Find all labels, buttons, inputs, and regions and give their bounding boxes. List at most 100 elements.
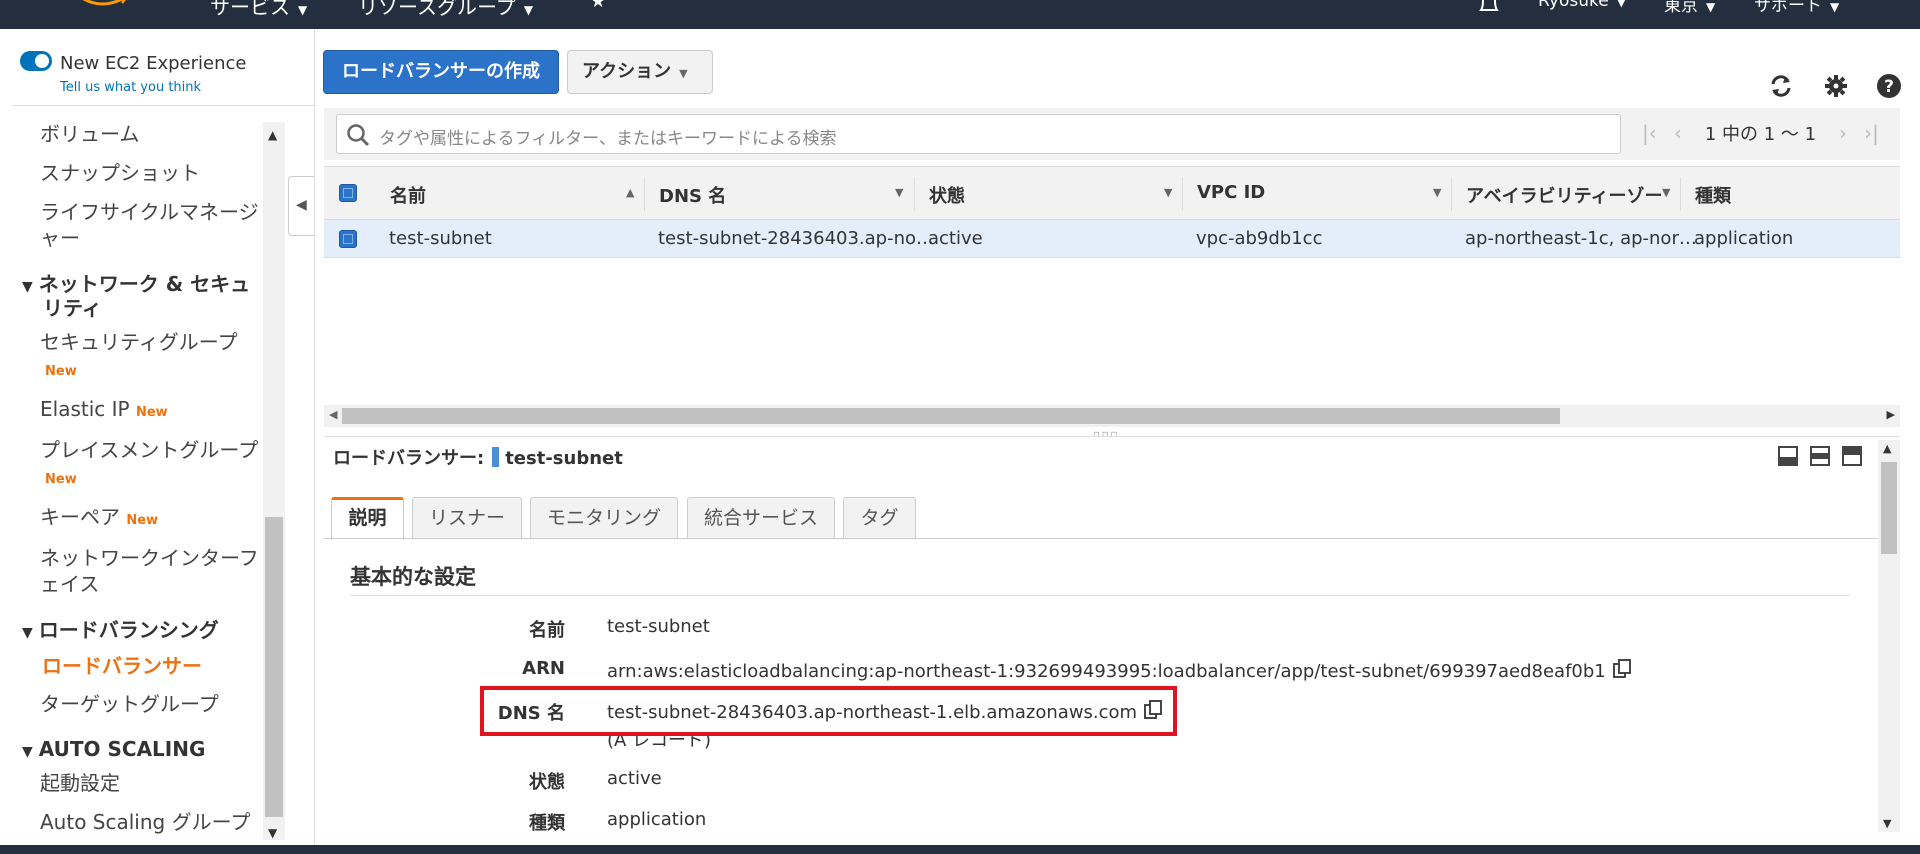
sidebar-item-network-interfaces-cont[interactable]: ェイス (40, 571, 99, 597)
select-all-checkbox[interactable] (339, 184, 357, 202)
field-label-type: 種類 (529, 813, 565, 834)
search-input[interactable]: タグや属性によるフィルター、またはキーワードによる検索 (336, 114, 1621, 154)
scroll-up-icon[interactable]: ▲ (1883, 442, 1891, 455)
chevron-down-icon: ▼ (523, 3, 534, 17)
chevron-down-icon: ▼ (1706, 0, 1716, 14)
column-header-availability-zone[interactable]: アベイラビリティーゾーン (1466, 182, 1662, 208)
toggle-knob (35, 54, 49, 68)
services-menu[interactable]: サービス ▼ (210, 0, 307, 20)
sidebar: New EC2 Experience Tell us what you thin… (0, 29, 320, 845)
first-page-icon[interactable]: |‹ (1642, 121, 1657, 145)
pin-star-icon[interactable]: ★ (590, 0, 606, 12)
last-page-icon[interactable]: ›| (1864, 121, 1879, 145)
tab-description[interactable]: 説明 (331, 497, 404, 540)
cell-name: test-subnet (389, 228, 492, 249)
sidebar-item-lifecycle-manager-cont[interactable]: ャー (40, 225, 80, 251)
layout-split-icon[interactable] (1810, 446, 1830, 466)
selection-indicator (492, 447, 500, 467)
next-page-icon[interactable]: › (1839, 121, 1847, 145)
scrollbar-thumb[interactable] (1881, 462, 1897, 554)
scroll-down-icon[interactable]: ▼ (268, 826, 277, 840)
region-name: 東京 (1664, 0, 1698, 16)
tab-tags[interactable]: タグ (843, 497, 916, 539)
scrollbar-thumb[interactable] (342, 408, 1560, 424)
sidebar-item-volumes[interactable]: ボリューム (40, 121, 139, 147)
scroll-up-icon[interactable]: ▲ (268, 128, 277, 142)
actions-button[interactable]: アクション ▼ (567, 50, 713, 94)
sidebar-divider (12, 105, 315, 106)
sidebar-item-lifecycle-manager[interactable]: ライフサイクルマネージ (40, 199, 259, 225)
feedback-link[interactable]: Tell us what you think (60, 80, 201, 95)
cell-availability-zone: ap-northeast-1c, ap-nor… (1465, 228, 1697, 249)
search-placeholder: タグや属性によるフィルター、またはキーワードによる検索 (379, 129, 837, 149)
scroll-left-icon[interactable]: ◀ (329, 408, 337, 421)
chevron-down-icon[interactable]: ▼ (1164, 186, 1172, 199)
sidebar-section-network-security[interactable]: ▼ ネットワーク & セキュ (22, 272, 250, 299)
scroll-right-icon[interactable]: ▶ (1887, 408, 1895, 421)
chevron-down-icon[interactable]: ▼ (1662, 186, 1670, 199)
scrollbar-thumb[interactable] (265, 517, 283, 817)
field-value-state: active (607, 768, 662, 789)
sidebar-edge (314, 29, 315, 845)
services-label: サービス (210, 0, 290, 19)
cell-vpc-id: vpc-ab9db1cc (1196, 228, 1323, 249)
column-header-vpc-id[interactable]: VPC ID (1197, 182, 1265, 203)
sidebar-item-label: キーペア (40, 505, 120, 529)
tab-listeners[interactable]: リスナー (412, 497, 522, 539)
sidebar-item-auto-scaling-groups[interactable]: Auto Scaling グループ (40, 809, 250, 835)
detail-title-label: ロードバランサー: (333, 448, 485, 469)
layout-bottom-icon[interactable] (1778, 446, 1798, 466)
pagination: |‹ ‹ 1 中の 1 ～ 1 › ›| (1642, 120, 1879, 146)
chevron-left-icon: ◀ (296, 197, 307, 213)
copy-icon[interactable] (1612, 658, 1631, 678)
sidebar-item-launch-configurations[interactable]: 起動設定 (40, 770, 120, 796)
column-header-type[interactable]: 種類 (1695, 182, 1731, 208)
table-horizontal-scrollbar[interactable]: ◀ ▶ (324, 405, 1900, 427)
layout-top-icon[interactable] (1842, 446, 1862, 466)
support-menu[interactable]: サポート ▼ (1754, 0, 1839, 16)
tab-integrated-services[interactable]: 統合サービス (687, 497, 835, 539)
create-load-balancer-button[interactable]: ロードバランサーの作成 (323, 50, 559, 94)
sidebar-section-auto-scaling[interactable]: ▼ AUTO SCALING (22, 737, 205, 764)
sidebar-item-load-balancers[interactable]: ロードバランサー (42, 653, 202, 679)
new-experience-toggle[interactable] (20, 51, 52, 71)
chevron-down-icon[interactable]: ▼ (1433, 186, 1441, 199)
sidebar-scrollbar[interactable]: ▲ ▼ (263, 122, 285, 840)
column-header-name[interactable]: 名前 (390, 182, 426, 208)
gear-icon[interactable] (1823, 73, 1849, 99)
refresh-icon[interactable] (1768, 73, 1794, 99)
sidebar-item-network-interfaces[interactable]: ネットワークインターフ (40, 545, 259, 571)
sidebar-section-load-balancing[interactable]: ▼ ロードバランシング (22, 618, 219, 645)
sidebar-item-target-groups[interactable]: ターゲットグループ (40, 691, 219, 717)
column-header-state[interactable]: 状態 (929, 182, 965, 208)
sidebar-item-elastic-ip[interactable]: Elastic IP New (40, 396, 168, 426)
prev-page-icon[interactable]: ‹ (1674, 121, 1682, 145)
tab-monitoring[interactable]: モニタリング (530, 497, 678, 539)
new-badge-text: New (45, 472, 77, 487)
chevron-down-icon: ▼ (298, 3, 308, 17)
row-checkbox[interactable] (339, 230, 357, 248)
table-row[interactable]: test-subnet test-subnet-28436403.ap-no… … (324, 220, 1900, 258)
table-header: 名前 ▲ DNS 名 ▼ 状態 ▼ VPC ID ▼ アベイラビリティーゾーン … (324, 166, 1900, 220)
sidebar-item-placement-groups[interactable]: プレイスメントグループ (40, 437, 258, 463)
account-menu[interactable]: Ryosuke ▼ (1538, 0, 1626, 11)
new-badge: New (135, 405, 168, 420)
aws-logo[interactable] (78, 0, 138, 10)
sidebar-item-security-groups[interactable]: セキュリティグループ (40, 329, 238, 355)
sidebar-item-snapshots[interactable]: スナップショット (40, 160, 200, 186)
collapse-sidebar-button[interactable]: ◀ (288, 176, 314, 236)
new-badge-text: New (45, 364, 77, 379)
sidebar-item-key-pairs[interactable]: キーペア New (40, 504, 158, 534)
bell-icon[interactable] (1478, 0, 1500, 22)
chevron-down-icon: ▼ (1830, 0, 1840, 14)
column-header-dns[interactable]: DNS 名 (659, 182, 726, 208)
top-navigation-bar: サービス ▼ リソースグループ ▼ ★ Ryosuke ▼ 東京 ▼ サポート ▼ (0, 0, 1920, 29)
help-icon[interactable]: ? (1876, 73, 1902, 99)
chevron-down-icon[interactable]: ▼ (895, 186, 903, 199)
sort-ascending-icon[interactable]: ▲ (626, 186, 634, 199)
scroll-down-icon[interactable]: ▼ (1883, 817, 1891, 830)
resize-handle[interactable]: ▫▫▫ (1093, 429, 1119, 440)
region-menu[interactable]: 東京 ▼ (1664, 0, 1715, 16)
detail-vertical-scrollbar[interactable]: ▲ ▼ (1878, 440, 1900, 832)
resource-groups-menu[interactable]: リソースグループ ▼ (358, 0, 533, 20)
